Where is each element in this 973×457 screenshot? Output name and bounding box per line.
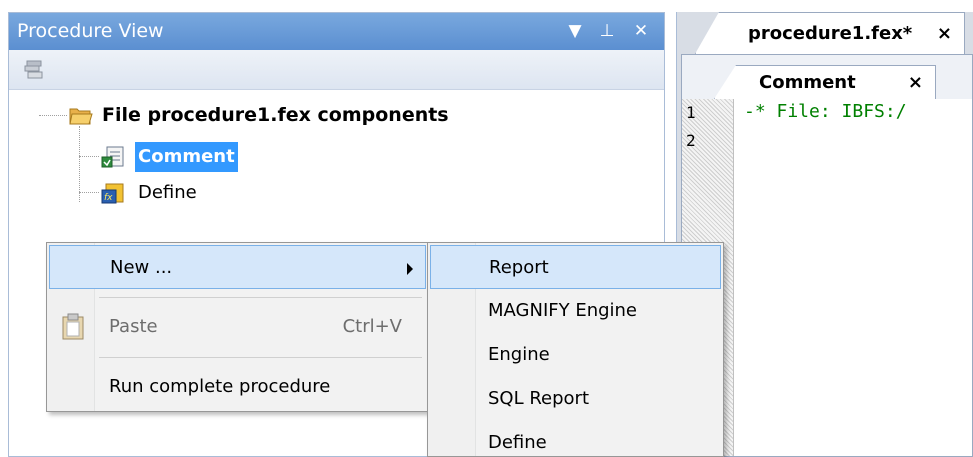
tree-connector — [79, 126, 80, 202]
tree-item-label: Comment — [135, 142, 238, 172]
tree-root-label: File procedure1.fex components — [102, 104, 449, 126]
panel-title: Procedure View — [17, 20, 164, 42]
tab-label: procedure1.fex* — [748, 23, 913, 44]
menu-item-run-complete-procedure[interactable]: Run complete procedure — [49, 365, 426, 409]
menu-item-label: Paste — [109, 316, 158, 337]
menu-item-new[interactable]: New ... — [49, 245, 426, 289]
context-menu: New ... Paste Ctrl+V Run complete proced… — [46, 242, 429, 412]
submenu-item-label: SQL Report — [488, 388, 590, 409]
close-tab-icon[interactable]: × — [937, 13, 952, 54]
editor-body: Comment × 1 2 -* File: IBFS:/ — [681, 54, 973, 457]
submenu-item-label: MAGNIFY Engine — [488, 300, 638, 321]
comment-icon — [101, 146, 124, 168]
menu-separator — [99, 357, 422, 358]
tree-connector — [79, 156, 99, 157]
submenu-item-label: Report — [489, 257, 549, 278]
close-tab-icon[interactable]: × — [908, 66, 923, 99]
clipboard-icon — [62, 313, 84, 340]
stack-icon[interactable] — [23, 60, 45, 80]
tree-item-label: Define — [138, 182, 197, 203]
panel-toolbar — [9, 50, 664, 90]
define-fx-icon: fx — [101, 183, 124, 204]
tree-connector — [79, 192, 99, 193]
menu-separator — [99, 297, 422, 298]
svg-text:fx: fx — [104, 193, 113, 203]
tree-connector — [39, 115, 67, 116]
code-editor[interactable]: 1 2 -* File: IBFS:/ — [682, 99, 972, 456]
menu-item-label: New ... — [110, 257, 173, 278]
new-submenu: Report MAGNIFY Engine Engine SQL Report … — [427, 242, 724, 457]
submenu-arrow-icon — [407, 263, 413, 275]
submenu-item-sql-report[interactable]: SQL Report — [430, 377, 721, 421]
submenu-item-report[interactable]: Report — [430, 245, 721, 289]
tab-label: Comment — [759, 72, 856, 93]
submenu-item-engine[interactable]: Engine — [430, 333, 721, 377]
menu-item-label: Run complete procedure — [109, 376, 331, 397]
code-line[interactable]: -* File: IBFS:/ — [744, 101, 907, 122]
tab-procedure-file[interactable]: procedure1.fex* × — [695, 12, 965, 54]
line-number: 1 — [686, 103, 696, 122]
line-number: 2 — [686, 131, 696, 150]
menu-item-paste[interactable]: Paste Ctrl+V — [49, 305, 426, 349]
dropdown-icon[interactable]: ▼ — [562, 13, 588, 50]
close-icon[interactable]: ✕ — [628, 13, 654, 50]
submenu-item-label: Define — [488, 432, 547, 453]
panel-title-bar: Procedure View ▼ ⊥ ✕ — [9, 13, 664, 50]
tab-comment[interactable]: Comment × — [714, 65, 936, 99]
folder-icon — [69, 108, 93, 125]
menu-item-shortcut: Ctrl+V — [342, 316, 402, 337]
pin-icon[interactable]: ⊥ — [594, 13, 620, 50]
submenu-item-label: Engine — [488, 344, 550, 365]
submenu-item-magnify-engine[interactable]: MAGNIFY Engine — [430, 289, 721, 333]
submenu-item-define[interactable]: Define — [430, 421, 721, 457]
